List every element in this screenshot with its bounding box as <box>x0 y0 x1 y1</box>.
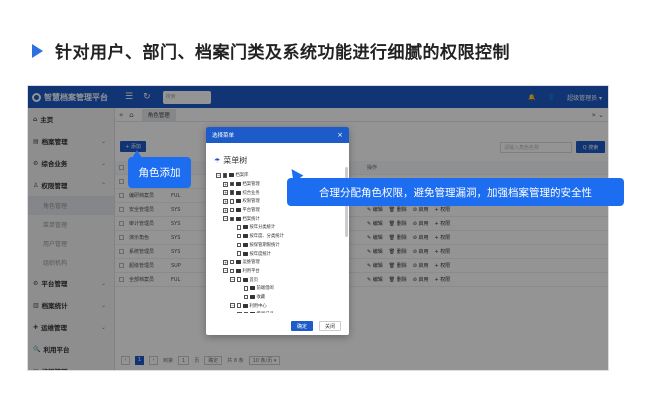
collapse-icon[interactable]: − <box>216 172 221 178</box>
select-menu-dialog: 选择菜单 × ☂ 菜单树 − 档案库 + 档案管理 + 综合业务 + 权限管理 + 平台管理 − 档案… <box>206 127 349 335</box>
tree-node-label: 首页 <box>249 277 259 283</box>
tree-checkbox[interactable] <box>229 268 234 274</box>
tree-node-label: 平台管理 <box>242 208 260 214</box>
collapse-icon[interactable]: − <box>237 311 242 313</box>
tree-node-label: 档案库 <box>235 173 249 179</box>
tree-node[interactable]: + 平台管理 <box>216 206 344 215</box>
confirm-button[interactable]: 确定 <box>291 321 313 331</box>
tree-node[interactable]: 按年分类统计 <box>216 223 344 232</box>
tree-node[interactable]: + 运维管理 <box>216 258 344 267</box>
folder-icon <box>242 277 248 282</box>
heading-text: 针对用户、部门、档案门类及系统功能进行细腻的权限控制 <box>55 43 510 63</box>
folder-icon <box>228 173 234 178</box>
tree-node[interactable]: 按年度统计 <box>216 249 344 258</box>
tree-node-label: 按年度统计 <box>249 251 271 257</box>
folder-icon <box>235 216 241 221</box>
file-icon <box>249 294 255 299</box>
tree-checkbox[interactable] <box>236 225 241 230</box>
collapse-icon[interactable]: − <box>230 303 235 309</box>
folder-icon <box>235 190 241 195</box>
close-button[interactable]: 关闭 <box>319 321 341 331</box>
tree-node[interactable]: − 档案统计 <box>216 214 344 223</box>
tree-node-label: 收藏 <box>256 294 266 300</box>
callout-permission-note: 合理分配角色权限，避免管理漏洞，加强档案管理的安全性 <box>287 178 624 206</box>
folder-icon <box>235 260 241 265</box>
collapse-icon[interactable]: − <box>230 277 235 283</box>
tree-node-label: 前端借阅 <box>256 286 274 292</box>
tree-node-label: 利用中心 <box>249 303 267 309</box>
tree-checkbox[interactable] <box>243 312 248 313</box>
tree-node-label: 按年度、分类统计 <box>249 234 284 240</box>
file-icon <box>249 286 255 291</box>
tree-node[interactable]: 前端借阅 <box>216 284 344 293</box>
tree-node[interactable]: 收藏 <box>216 293 344 302</box>
tree-checkbox[interactable] <box>229 259 234 265</box>
tree-title-text: 菜单树 <box>223 156 248 165</box>
tree-checkbox[interactable] <box>243 294 248 300</box>
section-heading: 针对用户、部门、档案门类及系统功能进行细腻的权限控制 <box>32 38 510 63</box>
tree-checkbox[interactable] <box>236 277 241 282</box>
expand-icon[interactable]: + <box>223 207 228 213</box>
tree-node-label: 综合业务 <box>242 190 260 196</box>
folder-icon <box>235 268 241 273</box>
folder-icon <box>235 199 241 204</box>
expand-icon[interactable]: + <box>223 181 228 187</box>
tree-node-label: 运维管理 <box>242 260 260 266</box>
callout-role-add: 角色添加 <box>128 150 191 188</box>
dialog-header: 选择菜单 × <box>206 127 349 143</box>
tree-icon: ☂ <box>214 156 221 165</box>
tree-title: ☂ 菜单树 <box>214 155 247 166</box>
tree-node-label: 档案统计 <box>242 216 260 222</box>
tree-node[interactable]: − 利用平台 <box>216 267 344 276</box>
tree-checkbox[interactable] <box>243 286 248 291</box>
tree-checkbox[interactable] <box>236 303 241 308</box>
file-icon <box>242 225 248 230</box>
folder-icon <box>249 312 255 313</box>
file-icon <box>242 242 248 247</box>
tree-node[interactable]: − 首页 <box>216 275 344 284</box>
expand-icon[interactable]: + <box>223 259 228 265</box>
folder-icon <box>242 303 248 308</box>
tree-node-label: 借阅记录 <box>257 311 274 313</box>
tree-checkbox[interactable] <box>229 216 234 222</box>
tree-checkbox[interactable] <box>229 181 234 187</box>
file-icon <box>242 251 248 256</box>
collapse-icon[interactable]: − <box>223 268 228 274</box>
tree-node-label: 档案管理 <box>242 182 260 188</box>
tree-checkbox[interactable] <box>236 251 241 256</box>
tree-checkbox[interactable] <box>236 233 241 239</box>
tree-node[interactable]: − 借阅记录 <box>216 310 344 313</box>
tree-node-label: 按年分类统计 <box>249 225 276 231</box>
folder-icon <box>235 208 241 213</box>
tree-node[interactable]: 按保管期限统计 <box>216 241 344 250</box>
close-icon[interactable]: × <box>337 131 343 139</box>
tree-checkbox[interactable] <box>222 173 227 178</box>
tree-checkbox[interactable] <box>229 199 234 204</box>
tree-checkbox[interactable] <box>229 207 234 213</box>
folder-icon <box>235 182 241 187</box>
file-icon <box>242 234 248 239</box>
tree-checkbox[interactable] <box>229 190 234 195</box>
dialog-title: 选择菜单 <box>212 133 235 139</box>
tree-node[interactable]: − 利用中心 <box>216 301 344 310</box>
tree-checkbox[interactable] <box>236 242 241 248</box>
triangle-bullet-icon <box>32 43 43 58</box>
collapse-icon[interactable]: − <box>223 216 228 222</box>
dialog-footer: 确定 关闭 <box>206 317 349 335</box>
tree-node-label: 按保管期限统计 <box>249 242 280 248</box>
tree-node[interactable]: 按年度、分类统计 <box>216 232 344 241</box>
tree-node-label: 权限管理 <box>242 199 260 205</box>
expand-icon[interactable]: + <box>223 198 228 204</box>
expand-icon[interactable]: + <box>223 190 228 196</box>
tree-node-label: 利用平台 <box>242 268 260 274</box>
